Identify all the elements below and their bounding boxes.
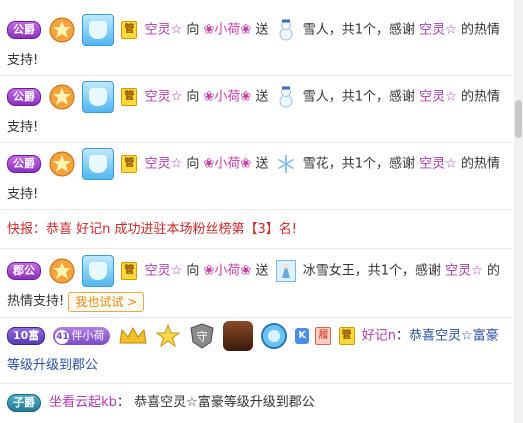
- verb-to: 向: [186, 156, 200, 172]
- news-message: 快报：恭喜 好记n 成功进驻本场粉丝榜第【3】名!: [7, 222, 297, 237]
- colon: ：: [395, 328, 409, 344]
- verb-send: 送: [255, 263, 269, 279]
- verb-to: 向: [186, 22, 200, 38]
- thank-name[interactable]: 空灵☆: [419, 90, 457, 105]
- verb-send: 送: [255, 89, 269, 105]
- ice-cube-icon: [82, 148, 115, 180]
- star-medal-icon: [49, 84, 75, 110]
- avatar-badge-icon: [223, 321, 254, 351]
- verb-send: 送: [255, 156, 269, 172]
- chat-text: 恭喜空灵☆富豪等级升级到郡公: [134, 395, 315, 410]
- rank-badge: 郡公: [7, 262, 41, 280]
- sender-name[interactable]: 好记n: [362, 329, 396, 344]
- gift-message: 公爵 管 空灵☆ 向 ❀小荷❀ 送 雪花，共1个，感谢 空灵☆ 的热情支持!: [7, 148, 510, 209]
- gift-message: 公爵 管 空灵☆ 向 ❀小荷❀ 送 雪人，共1个，感谢 空灵☆ 的热情支持!: [7, 81, 510, 142]
- verb-to: 向: [186, 263, 200, 279]
- snowman-icon: [279, 19, 293, 41]
- fan-club-name: 伴小荷: [71, 329, 105, 342]
- fan-level: 41: [55, 330, 70, 344]
- wealth-badge: 10富: [7, 327, 46, 345]
- colon: ：: [116, 395, 130, 410]
- rank-badge: 公爵: [7, 155, 41, 173]
- divider: [0, 142, 512, 143]
- gift-text: 雪人，共1个，感谢: [302, 89, 416, 105]
- chat-feed: 公爵 管 空灵☆ 向 ❀小荷❀ 送 雪人，共1个，感谢 空灵☆ 的热情支持! 公…: [0, 0, 512, 423]
- rank-badge: 公爵: [7, 88, 41, 106]
- gift-text: 冰雪女王，共1个，感谢: [302, 263, 442, 279]
- ice-cube-icon: [82, 255, 115, 287]
- divider: [0, 383, 512, 384]
- scrollbar-thumb[interactable]: [515, 100, 522, 138]
- admin-badge: 管: [121, 88, 138, 106]
- receiver-name[interactable]: ❀小荷❀: [204, 23, 252, 38]
- fan-club-badge: 41 伴小荷: [53, 327, 111, 345]
- rank-badge: 公爵: [7, 21, 41, 39]
- divider: [0, 75, 512, 76]
- upgrade-message: 10富 41 伴小荷 守 K 履 管 好记n：恭喜空灵☆富豪等级升级到郡公: [7, 321, 510, 380]
- star-wings-icon: [155, 323, 181, 348]
- svg-text:守: 守: [196, 329, 207, 343]
- gift-text: 雪人，共1个，感谢: [302, 22, 416, 38]
- red-badge: 履: [315, 327, 332, 345]
- sender-name[interactable]: 空灵☆: [145, 157, 183, 172]
- thank-name[interactable]: 空灵☆: [419, 23, 457, 38]
- sender-name[interactable]: 空灵☆: [145, 264, 183, 279]
- planet-badge-icon: [261, 323, 288, 349]
- chat-message: 子爵 坐看云起kb： 恭喜空灵☆富豪等级升级到郡公: [7, 388, 510, 417]
- snowflake-icon: [277, 155, 294, 173]
- divider: [0, 248, 512, 249]
- receiver-name[interactable]: ❀小荷❀: [204, 157, 252, 172]
- admin-badge: 管: [338, 327, 355, 345]
- ice-queen-icon: [275, 260, 296, 282]
- admin-badge: 管: [121, 262, 138, 280]
- verb-send: 送: [255, 22, 269, 38]
- guard-shield-icon: 守: [190, 323, 214, 349]
- divider: [0, 209, 512, 210]
- divider: [0, 317, 512, 318]
- gift-text: 雪花，共1个，感谢: [302, 156, 416, 172]
- gift-message: 郡公 管 空灵☆ 向 ❀小荷❀ 送 冰雪女王，共1个，感谢 空灵☆ 的热情支持!…: [7, 255, 510, 316]
- gift-message: 公爵 管 空灵☆ 向 ❀小荷❀ 送 雪人，共1个，感谢 空灵☆ 的热情支持!: [7, 14, 510, 75]
- sender-name[interactable]: 坐看云起kb: [49, 395, 117, 410]
- rank-badge: 子爵: [7, 393, 41, 412]
- verb-to: 向: [186, 89, 200, 105]
- admin-badge: 管: [121, 155, 138, 173]
- thank-name[interactable]: 空灵☆: [445, 264, 483, 279]
- star-medal-icon: [49, 151, 75, 177]
- admin-badge: 管: [121, 21, 138, 39]
- thank-name[interactable]: 空灵☆: [419, 157, 457, 172]
- receiver-name[interactable]: ❀小荷❀: [204, 264, 252, 279]
- sender-name[interactable]: 空灵☆: [145, 90, 183, 105]
- ice-cube-icon: [82, 81, 115, 113]
- scrollbar[interactable]: [514, 0, 523, 423]
- snowman-icon: [279, 86, 293, 108]
- sender-name[interactable]: 空灵☆: [145, 23, 183, 38]
- ice-cube-icon: [82, 14, 115, 46]
- crown-icon: [119, 326, 147, 344]
- star-medal-icon: [49, 258, 75, 284]
- try-it-button[interactable]: 我也试试 >: [68, 291, 145, 312]
- k-badge: K: [295, 328, 310, 344]
- star-medal-icon: [49, 17, 75, 43]
- receiver-name[interactable]: ❀小荷❀: [204, 90, 252, 105]
